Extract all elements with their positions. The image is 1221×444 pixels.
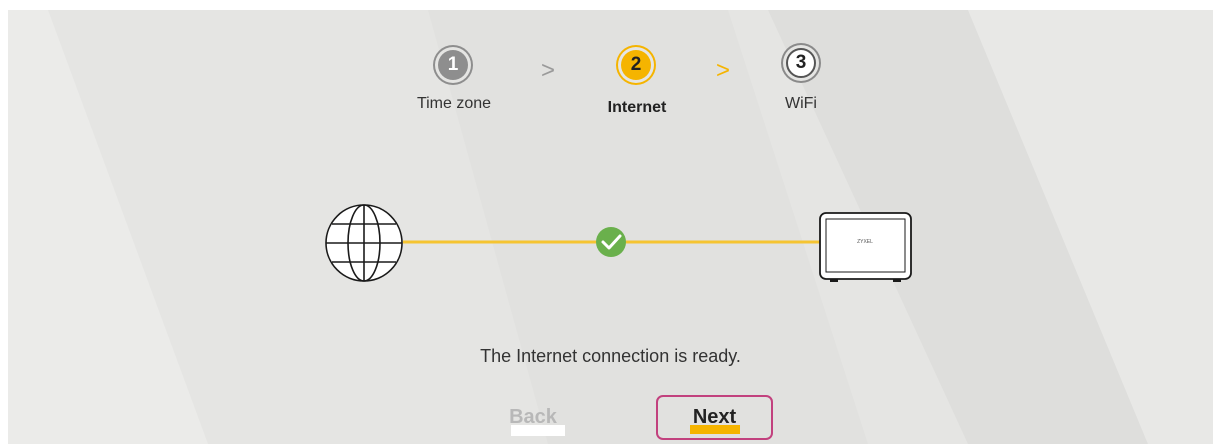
connection-status-text: The Internet connection is ready. [480,346,741,366]
globe-icon [325,204,403,282]
back-button[interactable]: Back [498,397,568,437]
router-icon: ZYXEL [819,212,912,282]
check-icon [596,227,626,257]
next-button-label: Next [692,406,737,428]
next-button[interactable]: Next [656,395,773,440]
connection-diagram: ZYXEL [325,204,912,282]
router-brand-text: ZYXEL [857,239,873,245]
